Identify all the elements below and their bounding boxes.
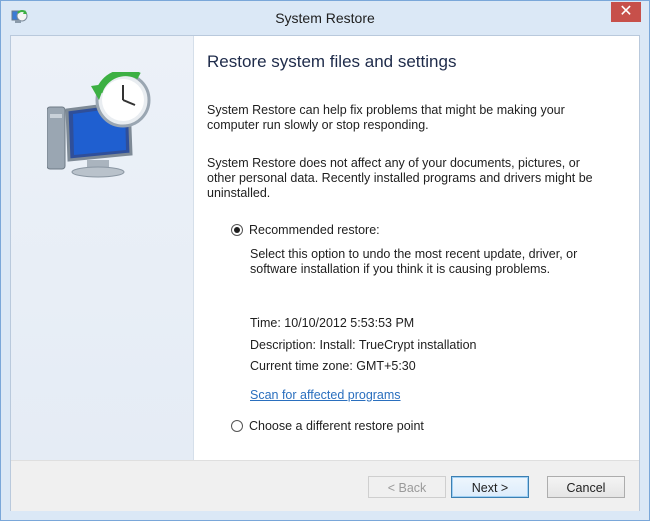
restore-time: Time: 10/10/2012 5:53:53 PM — [250, 316, 415, 330]
dialog-client: Restore system files and settings System… — [10, 35, 640, 511]
content-area: Restore system files and settings System… — [207, 36, 627, 460]
restore-description: Description: Install: TrueCrypt installa… — [250, 338, 477, 352]
page-title: Restore system files and settings — [207, 52, 457, 71]
recommended-description: Select this option to undo the most rece… — [250, 247, 578, 276]
close-button[interactable]: ✕ — [611, 2, 641, 22]
next-button[interactable]: Next > — [451, 476, 529, 498]
recommended-restore-option[interactable]: Recommended restore: — [231, 223, 380, 237]
system-restore-window: System Restore ✕ Restore system files an… — [0, 0, 650, 521]
window-title: System Restore — [275, 10, 375, 26]
recommended-restore-radio[interactable] — [231, 224, 243, 236]
title-bar[interactable]: System Restore ✕ — [1, 1, 649, 35]
scan-affected-programs-link[interactable]: Scan for affected programs — [250, 388, 401, 402]
restore-computer-illustration — [47, 72, 151, 178]
intro-text: System Restore can help fix problems tha… — [207, 103, 565, 132]
restore-timezone: Current time zone: GMT+5:30 — [250, 359, 416, 373]
button-bar: < Back Next > Cancel — [11, 460, 639, 511]
different-restore-radio[interactable] — [231, 420, 243, 432]
recommended-restore-label[interactable]: Recommended restore: — [249, 223, 380, 237]
cancel-button[interactable]: Cancel — [547, 476, 625, 498]
info-text: System Restore does not affect any of yo… — [207, 156, 593, 200]
different-restore-label[interactable]: Choose a different restore point — [249, 419, 424, 433]
different-restore-option[interactable]: Choose a different restore point — [231, 419, 424, 433]
back-button[interactable]: < Back — [368, 476, 446, 498]
side-panel — [11, 36, 194, 460]
